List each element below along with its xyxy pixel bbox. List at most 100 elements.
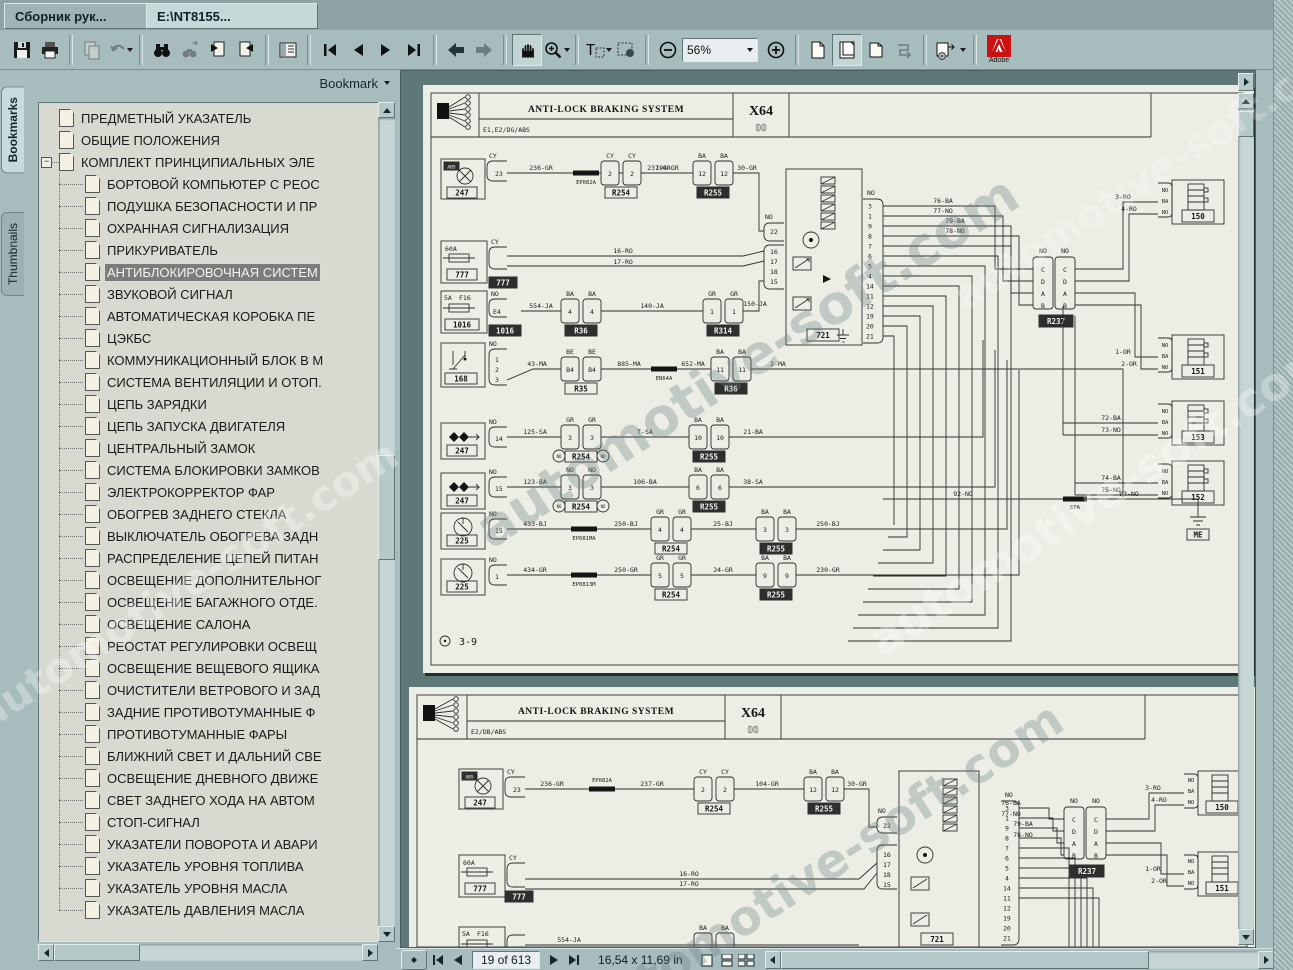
bookmark-item[interactable]: ЦЭКБС [39,327,394,349]
save-button[interactable] [8,35,36,65]
bookmark-item[interactable]: ОХРАННАЯ СИГНАЛИЗАЦИЯ [39,217,394,239]
bookmark-item[interactable]: РАСПРЕДЕЛЕНИЕ ЦЕПЕЙ ПИТАН [39,547,394,569]
bookmark-label: РЕОСТАТ РЕГУЛИРОВКИ ОСВЕЩ [105,638,319,655]
previous-highlight-button[interactable] [204,35,232,65]
bookmark-item[interactable]: СИСТЕМА БЛОКИРОВКИ ЗАМКОВ [39,459,394,481]
bookmark-item[interactable]: ОСВЕЩЕНИЕ БАГАЖНОГО ОТДЕ. [39,591,394,613]
continuous-facing-mode-button[interactable] [738,951,756,969]
bookmark-item[interactable]: БОРТОВОЙ КОМПЬЮТЕР С РЕОС [39,173,394,195]
bookmark-item[interactable]: СТОП-СИГНАЛ [39,811,394,833]
go-back-button[interactable] [442,35,470,65]
zoom-level-caret-icon[interactable] [747,48,753,55]
doc-scrollbar-thumb[interactable] [1238,111,1254,137]
bookmark-item[interactable]: ВЫКЛЮЧАТЕЛЬ ОБОГРЕВА ЗАДН [39,525,394,547]
bookmark-item[interactable]: ОСВЕЩЕНИЕ ДОПОЛНИТЕЛЬНОГ [39,569,394,591]
bookmark-item[interactable]: ОБОГРЕВ ЗАДНЕГО СТЕКЛА [39,503,394,525]
bookmark-item[interactable]: ЦЕПЬ ЗАПУСКА ДВИГАТЕЛЯ [39,415,394,437]
zoom-in-button[interactable] [762,35,790,65]
bookmark-item[interactable]: ОСВЕЩЕНИЕ ВЕЩЕВОГО ЯЩИКА [39,657,394,679]
article-flow-button[interactable] [890,35,918,65]
create-pdf-caret-icon[interactable] [960,48,966,55]
bookmark-item[interactable]: ОСВЕЩЕНИЕ ДНЕВНОГО ДВИЖЕ [39,767,394,789]
graphics-select-tool-button[interactable] [612,35,640,65]
doc-scroll-right-button[interactable] [1258,951,1274,969]
hand-tool-button[interactable] [512,34,542,66]
go-forward-button[interactable] [470,35,498,65]
continuous-layout-button[interactable] [832,34,862,66]
bookmarks-scroll-right-button[interactable] [362,944,378,961]
bookmark-item[interactable]: АНТИБЛОКИРОВОЧНАЯ СИСТЕМ [39,261,394,283]
bookmark-item[interactable]: ЦЕПЬ ЗАРЯДКИ [39,393,394,415]
doc-scroll-up-button[interactable] [1238,93,1254,109]
bookmark-item[interactable]: ЗАДНИЕ ПРОТИВОТУМАННЫЕ Ф [39,701,394,723]
bookmark-item[interactable]: ОБЩИЕ ПОЛОЖЕНИЯ [39,129,394,151]
undo-button[interactable] [106,35,134,65]
next-highlight-button[interactable] [232,35,260,65]
bookmark-item[interactable]: ПРЕДМЕТНЫЙ УКАЗАТЕЛЬ [39,107,394,129]
previous-page-button[interactable] [344,35,372,65]
bookmark-item[interactable]: ОЧИСТИТЕЛИ ВЕТРОВОГО И ЗАД [39,679,394,701]
status-last-page-button[interactable] [565,951,583,969]
bookmarks-scrollbar-thumb[interactable] [378,455,395,560]
print-button[interactable] [36,35,64,65]
status-first-page-button[interactable] [429,951,447,969]
bookmarks-scroll-left-button[interactable] [38,944,54,961]
zoom-tool-button[interactable] [542,35,570,65]
adobe-button[interactable]: Adobe [982,32,1016,68]
tab-document-2[interactable]: E:\NT8155... [146,3,318,29]
last-page-button[interactable] [400,35,428,65]
undo-caret-icon[interactable] [127,48,133,55]
bookmark-item[interactable]: ПРИКУРИВАТЕЛЬ [39,239,394,261]
bookmark-item[interactable]: ЗВУКОВОЙ СИГНАЛ [39,283,394,305]
single-page-layout-button[interactable] [804,35,832,65]
first-page-button[interactable] [316,35,344,65]
bookmark-item[interactable]: ОСВЕЩЕНИЕ САЛОНА [39,613,394,635]
nav-pane-toggle-button[interactable] [401,950,427,970]
find-button[interactable] [148,35,176,65]
doc-hscrollbar[interactable] [765,951,1274,969]
bookmark-item[interactable]: ЦЕНТРАЛЬНЫЙ ЗАМОК [39,437,394,459]
zoom-tool-caret-icon[interactable] [564,48,570,55]
bookmark-item[interactable]: УКАЗАТЕЛИ ПОВОРОТА И АВАРИ [39,833,394,855]
doc-scroll-down-button[interactable] [1238,929,1254,945]
bookmark-panel-menu[interactable]: Bookmark [250,76,390,91]
zoom-out-button[interactable] [654,35,682,65]
bookmark-item[interactable]: ПРОТИВОТУМАННЫЕ ФАРЫ [39,723,394,745]
status-next-page-button[interactable] [545,951,563,969]
doc-hscrollbar-thumb[interactable] [781,951,1149,969]
bookmark-item[interactable]: БЛИЖНИЙ СВЕТ И ДАЛЬНИЙ СВЕ [39,745,394,767]
bookmark-item[interactable]: УКАЗАТЕЛЬ ДАВЛЕНИЯ МАСЛА [39,899,394,921]
continuous-mode-button[interactable] [718,951,736,969]
bookmark-item[interactable]: РЕОСТАТ РЕГУЛИРОВКИ ОСВЕЩ [39,635,394,657]
bookmark-item[interactable]: СВЕТ ЗАДНЕГО ХОДА НА АВТОМ [39,789,394,811]
bookmark-item[interactable]: ЭЛЕКТРОКОРРЕКТОР ФАР [39,481,394,503]
bookmark-item[interactable]: АВТОМАТИЧЕСКАЯ КОРОБКА ПЕ [39,305,394,327]
page-indicator[interactable]: 19 of 613 [472,951,540,969]
bookmark-item[interactable]: СИСТЕМА ВЕНТИЛЯЦИИ И ОТОП. [39,371,394,393]
bookmarks-scroll-up-button[interactable] [378,102,395,118]
toolbar-overflow-button[interactable] [1238,73,1254,91]
bookmark-item[interactable]: КОММУНИКАЦИОННЫЙ БЛОК В М [39,349,394,371]
tab-bookmarks[interactable]: Bookmarks [1,86,24,173]
tab-document-1[interactable]: Сборник рук... [4,3,162,29]
copy-button[interactable] [78,35,106,65]
navigation-panel-button[interactable] [274,35,302,65]
find-again-button[interactable] [176,35,204,65]
zoom-level-input[interactable]: 56% [682,38,758,62]
document-pane[interactable]: ANTI-LOCK BRAKING SYSTEM E1,E2/DG/ABS X6… [400,70,1256,948]
single-page-mode-button[interactable] [698,951,716,969]
bookmarks-hscrollbar-thumb[interactable] [54,944,140,961]
bookmark-item[interactable]: УКАЗАТЕЛЬ УРОВНЯ МАСЛА [39,877,394,899]
bookmark-item[interactable]: УКАЗАТЕЛЬ УРОВНЯ ТОПЛИВА [39,855,394,877]
bookmark-item[interactable]: −КОМПЛЕКТ ПРИНЦИПИАЛЬНЫХ ЭЛЕ [39,151,394,173]
status-previous-page-button[interactable] [449,951,467,969]
text-select-tool-button[interactable]: T [584,35,612,65]
next-page-button[interactable] [372,35,400,65]
bookmarks-scroll-down-button[interactable] [378,926,395,942]
tab-thumbnails[interactable]: Thumbnails [1,212,24,296]
doc-scrollbar-track[interactable] [1238,109,1254,929]
doc-scroll-left-button[interactable] [765,951,781,969]
create-pdf-button[interactable] [932,35,968,65]
bookmark-item[interactable]: ПОДУШКА БЕЗОПАСНОСТИ И ПР [39,195,394,217]
continuous-facing-layout-button[interactable] [862,35,890,65]
